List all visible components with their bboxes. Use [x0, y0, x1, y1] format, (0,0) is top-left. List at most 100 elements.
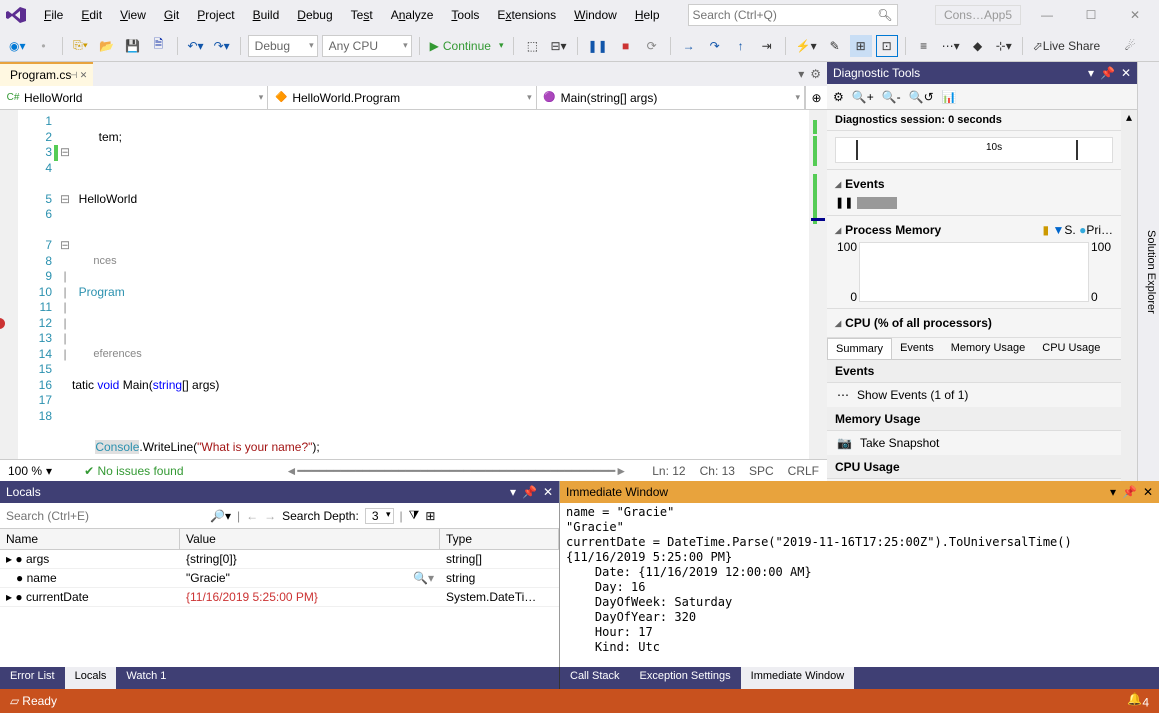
locals-search-input[interactable] [4, 507, 204, 525]
menu-build[interactable]: Build [245, 4, 288, 26]
open-icon[interactable]: 📂 [96, 35, 118, 57]
tb-icon-1[interactable]: ⬚ [521, 35, 543, 57]
tb-icon-2[interactable]: ⊟▾ [547, 35, 569, 57]
liveshare-button[interactable]: ⬀ Live Share [1030, 35, 1103, 57]
file-tab-program[interactable]: Program.cs⊣ ✕ [0, 62, 93, 86]
pin-icon[interactable]: 📌 [1100, 66, 1115, 80]
gear-icon[interactable]: ⚙ [833, 90, 844, 104]
cpu-header[interactable]: CPU (% of all processors) [835, 313, 1113, 333]
timeline[interactable]: 10s [835, 137, 1113, 163]
locals-row[interactable]: ● name"Gracie"🔍▾string [0, 569, 559, 588]
step-out-icon[interactable]: ↑ [730, 35, 752, 57]
stop-icon[interactable]: ■ [615, 35, 637, 57]
tb-icon-11[interactable]: ⊹▾ [993, 35, 1015, 57]
locals-title[interactable]: Locals▾📌✕ [0, 481, 559, 503]
notification-icon[interactable]: 🔔4 [1127, 692, 1149, 709]
nav-fwd-icon[interactable]: → [264, 509, 276, 523]
nav-class[interactable]: 🔶HelloWorld.Program [268, 86, 536, 109]
vertical-scrollbar[interactable] [809, 110, 827, 459]
immediate-title[interactable]: Immediate Window▾📌✕ [560, 481, 1159, 503]
take-snapshot-link[interactable]: 📷Take Snapshot [827, 431, 1121, 456]
zoom-reset-icon[interactable]: 🔍↺ [909, 90, 934, 104]
continue-button[interactable]: ▶Continue▾ [427, 35, 507, 57]
menu-analyze[interactable]: Analyze [383, 4, 442, 26]
tab-events[interactable]: Events [892, 338, 943, 359]
show-events-link[interactable]: ⋯Show Events (1 of 1) [827, 383, 1121, 408]
tab-exception[interactable]: Exception Settings [630, 667, 741, 689]
platform-combo[interactable]: Any CPU [322, 35, 412, 57]
hscroll-icon[interactable]: ◄━━━━━━━━━━━━━━━━━━━━━━━━━━━━━━━━━━━━━━━… [286, 464, 628, 478]
search-icon[interactable]: 🔎▾ [210, 509, 231, 523]
col-type[interactable]: Type [440, 529, 559, 549]
dropdown-icon[interactable]: ▾ [510, 485, 516, 499]
search-input[interactable] [693, 8, 878, 22]
tb-icon-4[interactable]: ⚡▾ [793, 35, 820, 57]
tb-icon-8[interactable]: ≡ [913, 35, 935, 57]
locals-row[interactable]: ▸ ● currentDate{11/16/2019 5:25:00 PM}Sy… [0, 588, 559, 607]
memory-header[interactable]: Process Memory▮ ▼S. ●Pri… [835, 220, 1113, 240]
menu-file[interactable]: FFileile [36, 4, 71, 26]
zoom-in-icon[interactable]: 🔍+ [852, 90, 874, 104]
tab-gear-icon[interactable]: ⚙ [810, 67, 821, 81]
pin-icon[interactable]: ⊣ ✕ [69, 70, 87, 81]
nav-split-icon[interactable]: ⊕ [805, 86, 827, 109]
pin-icon[interactable]: 📌 [1122, 485, 1137, 499]
lineend-indicator[interactable]: CRLF [788, 464, 819, 478]
menu-help[interactable]: Help [627, 4, 668, 26]
menu-tools[interactable]: Tools [443, 4, 487, 26]
search-box[interactable]: 🔍︎ [688, 4, 898, 26]
close-icon[interactable]: ✕ [1121, 66, 1131, 80]
tab-error-list[interactable]: Error List [0, 667, 65, 689]
menu-git[interactable]: Git [156, 4, 187, 26]
menu-edit[interactable]: Edit [73, 4, 110, 26]
col-value[interactable]: Value [180, 529, 440, 549]
code-editor[interactable]: 1234 56 789101112131415161718 ⊟ ⊟ ⊟ ||||… [0, 110, 827, 459]
solution-explorer-tab[interactable]: Solution Explorer [1137, 62, 1159, 481]
menu-window[interactable]: Window [566, 4, 625, 26]
menu-test[interactable]: Test [343, 4, 381, 26]
breakpoint-icon[interactable]: 12 [18, 316, 52, 332]
char-indicator[interactable]: Ch: 13 [700, 464, 735, 478]
tab-memory[interactable]: Memory Usage [943, 338, 1035, 359]
menu-view[interactable]: View [112, 4, 154, 26]
depth-combo[interactable]: 3▾ [365, 508, 394, 524]
config-combo[interactable]: Debug [248, 35, 318, 57]
issues-indicator[interactable]: ✔ No issues found [84, 464, 183, 478]
nav-namespace[interactable]: C#HelloWorld [0, 86, 268, 109]
step-over-icon[interactable]: ↷ [704, 35, 726, 57]
col-name[interactable]: Name [0, 529, 180, 549]
visualizer-icon[interactable]: 🔍▾ [413, 571, 434, 585]
events-header[interactable]: Events [835, 174, 1113, 194]
zoom-combo[interactable]: 100 % ▾ [8, 464, 52, 478]
new-project-icon[interactable]: ⎘▾ [70, 35, 92, 57]
nav-fwd-icon[interactable]: • [33, 35, 55, 57]
close-icon[interactable]: ✕ [543, 485, 553, 499]
indent-indicator[interactable]: SPC [749, 464, 774, 478]
nav-back-icon[interactable]: ◉▾ [6, 35, 29, 57]
pin-icon[interactable]: 📌 [522, 485, 537, 499]
minimize-button[interactable]: — [1029, 3, 1065, 27]
tab-summary[interactable]: Summary [827, 338, 892, 359]
dropdown-icon[interactable]: ▾ [1110, 485, 1116, 499]
step-into-icon[interactable]: → [678, 35, 700, 57]
tb-icon-7[interactable]: ⊡ [876, 35, 898, 57]
tab-call-stack[interactable]: Call Stack [560, 667, 630, 689]
tab-locals[interactable]: Locals [65, 667, 117, 689]
locals-row[interactable]: ▸ ● args{string[0]}string[] [0, 550, 559, 569]
save-icon[interactable]: 💾 [122, 35, 144, 57]
tb-icon-6[interactable]: ⊞ [850, 35, 872, 57]
tb-icon-9[interactable]: ⋯▾ [939, 35, 963, 57]
tb-icon-5[interactable]: ✎ [824, 35, 846, 57]
undo-icon[interactable]: ↶▾ [185, 35, 207, 57]
menu-project[interactable]: Project [189, 4, 242, 26]
tb-icon-3[interactable]: ⇥ [756, 35, 778, 57]
zoom-out-icon[interactable]: 🔍- [882, 90, 901, 104]
close-button[interactable]: ✕ [1117, 3, 1153, 27]
code-content[interactable]: tem; HelloWorld nces Program eferences t… [72, 110, 809, 459]
tab-immediate[interactable]: Immediate Window [741, 667, 855, 689]
filter-icon[interactable]: ⧩ [409, 508, 420, 523]
line-indicator[interactable]: Ln: 12 [652, 464, 685, 478]
tab-dropdown-icon[interactable]: ▾ [798, 67, 804, 81]
maximize-button[interactable]: ☐ [1073, 3, 1109, 27]
menu-debug[interactable]: Debug [289, 4, 340, 26]
